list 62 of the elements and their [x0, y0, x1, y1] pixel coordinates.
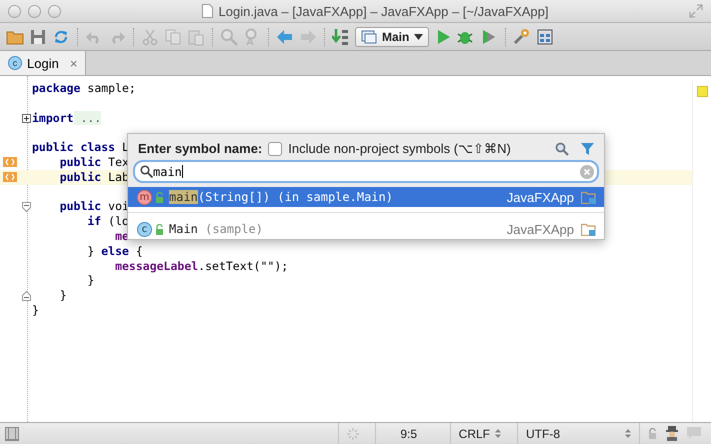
settings-icon[interactable] [513, 28, 532, 46]
search-icon [140, 165, 153, 178]
module-name: JavaFXApp [506, 222, 574, 236]
code-line: package sample; [32, 81, 136, 95]
caret-position[interactable]: 9:5 [374, 423, 442, 444]
fullscreen-icon[interactable] [689, 4, 703, 18]
window-icon [361, 30, 377, 44]
code-line: public voi [58, 199, 129, 214]
include-checkbox[interactable] [268, 142, 282, 156]
module-folder-icon [581, 190, 596, 204]
lock-icon [155, 224, 164, 234]
lock-icon [155, 192, 164, 202]
minimize-window-button[interactable] [28, 4, 41, 18]
document-icon [202, 4, 213, 18]
inspector-figure-icon[interactable] [665, 426, 679, 441]
module-name: JavaFXApp [506, 190, 574, 204]
search-text: main [153, 164, 182, 178]
back-icon[interactable] [276, 28, 294, 46]
progress-spinner-icon [346, 428, 359, 440]
code-line: messageLabel.setText(""); [114, 258, 288, 273]
class-icon: c [8, 56, 22, 70]
structure-icon[interactable] [536, 28, 554, 46]
dropdown-caret-icon [414, 34, 424, 40]
run-configuration-dropdown[interactable]: Main [355, 26, 430, 46]
expand-fold-icon[interactable] [22, 114, 31, 123]
symbol-name: Main (sample) [169, 222, 263, 236]
code-line: } [86, 273, 94, 288]
close-window-button[interactable] [8, 4, 21, 18]
class-icon: c [137, 222, 152, 236]
window-title: Login.java – [JavaFXApp] – JavaFXApp – [~/JavaFXApp] [218, 4, 548, 18]
module-folder-icon [581, 222, 596, 236]
code-line: import ... [32, 110, 102, 125]
code-line: } [58, 288, 67, 302]
implemented-marker-icon[interactable] [3, 156, 17, 168]
symbol-result-row[interactable]: m main(String[]) (in sample.Main) JavaFXApp [128, 187, 604, 207]
lock-icon[interactable] [648, 428, 657, 439]
analysis-status-icon [697, 86, 708, 97]
up-down-arrows-icon [625, 429, 631, 438]
symbol-result-row[interactable]: c Main (sample) JavaFXApp [128, 219, 604, 239]
prompt-label: Enter symbol name: [138, 141, 262, 156]
filter-icon[interactable] [581, 142, 594, 156]
event-log-icon[interactable] [687, 427, 701, 440]
symbol-name: main(String[]) (in sample.Main) [169, 190, 393, 204]
make-icon[interactable] [332, 28, 350, 46]
fold-end-icon[interactable] [22, 291, 31, 302]
tool-windows-icon[interactable] [5, 426, 19, 440]
collapse-fold-icon[interactable] [22, 202, 31, 212]
method-icon: m [137, 190, 152, 204]
search-icon[interactable] [555, 142, 569, 156]
zoom-window-button[interactable] [48, 4, 61, 18]
include-label: Include non-project symbols (⌥⇧⌘N) [288, 141, 511, 156]
line-separator-selector[interactable]: CRLF [450, 423, 509, 444]
editor-tab[interactable]: c Login × [0, 51, 86, 75]
close-tab-button[interactable]: × [70, 56, 78, 70]
save-icon[interactable] [29, 28, 47, 46]
code-line: } else { [86, 244, 143, 258]
clear-icon[interactable] [580, 164, 594, 178]
encoding-selector[interactable]: UTF-8 [517, 423, 640, 444]
up-down-arrows-icon [495, 429, 501, 438]
code-line: } [32, 302, 39, 317]
search-field[interactable]: main [133, 160, 599, 183]
implemented-marker-icon[interactable] [3, 170, 17, 183]
